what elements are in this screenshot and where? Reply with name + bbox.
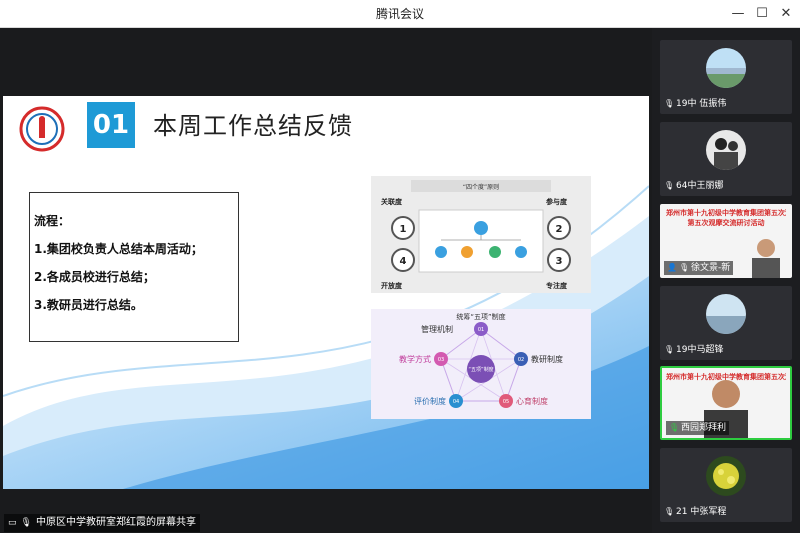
participant-tile[interactable]: 郑州市第十九初级中学教育集团第五次观摩交流研讨活动 第五次观摩交流研讨活动 👤🎙… xyxy=(660,204,792,278)
mic-muted-icon: 🎙 xyxy=(664,99,675,108)
fig2-item-label: 评价制度 xyxy=(414,396,446,406)
window-title: 腾讯会议 xyxy=(375,7,424,21)
svg-text:03: 03 xyxy=(438,357,444,363)
svg-text:02: 02 xyxy=(518,357,524,363)
screen-share-label: ▭ 🎙 中原区中学教研室郑红霞的屏幕共享 xyxy=(4,514,200,532)
mic-muted-icon: 🎙 xyxy=(664,345,675,354)
participant-tile[interactable]: 🎙 19中马超锋 xyxy=(660,286,792,360)
avatar xyxy=(706,48,746,88)
svg-text:04: 04 xyxy=(453,399,459,405)
maximize-icon[interactable]: ☐ xyxy=(750,0,774,28)
fig1-left-top: 关联度 xyxy=(381,197,403,206)
fig2-item-label: 教研制度 xyxy=(531,354,563,364)
participant-tile-speaking[interactable]: 郑州市第十九初级中学教育集团第五次观摩交流研讨活动 🎙西园郑拜利 xyxy=(660,366,792,440)
fig2-center: “五项”制度 xyxy=(468,366,493,373)
avatar xyxy=(706,130,746,170)
four-degrees-diagram: “四个度”原则 关联度 参与度 开放度 专注度 1 2 3 4 xyxy=(371,176,591,293)
meeting-window: 腾讯会议 — ☐ ✕ 01 本周工作总结反馈 流程： 1.集团校负责人总结本周活… xyxy=(0,0,800,533)
title-bar: 腾讯会议 — ☐ ✕ xyxy=(0,0,800,28)
fig2-item-label: 教学方式 xyxy=(399,354,431,364)
fig1-header: “四个度”原则 xyxy=(463,183,499,191)
participant-tile[interactable]: 🎙 21 中张军程 xyxy=(660,448,792,522)
mic-active-icon: 🎙 xyxy=(669,423,680,432)
process-step: 2.各成员校进行总结； xyxy=(34,270,155,284)
participant-tile[interactable]: 🎙 64中王丽娜 xyxy=(660,122,792,196)
svg-text:05: 05 xyxy=(503,399,509,405)
school-logo-icon xyxy=(19,106,65,152)
svg-text:01: 01 xyxy=(478,327,484,333)
participant-name: 19中 伍振伟 xyxy=(676,99,727,109)
process-box: 流程： 1.集团校负责人总结本周活动； 2.各成员校进行总结； 3.教研员进行总… xyxy=(29,192,239,342)
fig1-num: 4 xyxy=(400,256,407,267)
avatar xyxy=(706,456,746,496)
meeting-banner: 郑州市第十九初级中学教育集团第五次观摩交流研讨活动 xyxy=(666,209,786,217)
slide-title: 本周工作总结反馈 xyxy=(153,112,353,140)
mic-icon: 🎙 xyxy=(679,263,690,272)
process-heading: 流程： xyxy=(34,214,71,228)
avatar xyxy=(706,294,746,334)
fig2-item-label: 管理机制 xyxy=(421,324,453,334)
participant-name: 64中王丽娜 xyxy=(676,181,724,191)
participant-name: 21 中张军程 xyxy=(676,507,727,517)
minimize-icon[interactable]: — xyxy=(726,0,750,28)
screen-share-area[interactable]: 01 本周工作总结反馈 流程： 1.集团校负责人总结本周活动； 2.各成员校进行… xyxy=(0,28,652,533)
participant-name: 西园郑拜利 xyxy=(681,423,727,433)
fig1-left-bottom: 开放度 xyxy=(381,281,403,290)
person-video xyxy=(752,239,780,278)
fig1-num: 3 xyxy=(556,256,563,267)
section-number: 01 xyxy=(87,102,135,148)
fig1-right-bottom: 专注度 xyxy=(546,281,568,290)
participant-name: 19中马超锋 xyxy=(676,345,724,355)
mic-icon: 🎙 xyxy=(20,518,32,528)
mic-muted-icon: 🎙 xyxy=(664,507,675,516)
mic-muted-icon: 🎙 xyxy=(664,181,675,190)
fig2-header: 统筹“五项”制度 xyxy=(456,312,505,321)
participant-list: 🎙19中 伍振伟 🎙64中王丽娜 郑州市第十九初级中学教育集团第五次观摩交流研讨… xyxy=(652,28,800,533)
screen-icon: ▭ xyxy=(8,518,17,528)
fig1-num: 2 xyxy=(556,224,563,235)
close-icon[interactable]: ✕ xyxy=(774,0,798,28)
process-step: 1.集团校负责人总结本周活动； xyxy=(34,242,203,256)
presentation-slide: 01 本周工作总结反馈 流程： 1.集团校负责人总结本周活动； 2.各成员校进行… xyxy=(3,96,649,489)
host-icon: 👤 xyxy=(667,263,677,272)
fig1-num: 1 xyxy=(400,224,407,235)
meeting-banner: 第五次观摩交流研讨活动 xyxy=(687,219,765,227)
five-systems-diagram: 统筹“五项”制度 “五项”制度 01 管理机制 02 教研制度 03 教学方式 … xyxy=(371,309,591,419)
participant-tile[interactable]: 🎙 19中 伍振伟 xyxy=(660,40,792,114)
fig2-item-label: 心育制度 xyxy=(516,396,548,406)
fig1-right-top: 参与度 xyxy=(546,197,568,206)
process-step: 3.教研员进行总结。 xyxy=(34,298,143,312)
participant-name: 徐文景-新 xyxy=(691,263,731,273)
